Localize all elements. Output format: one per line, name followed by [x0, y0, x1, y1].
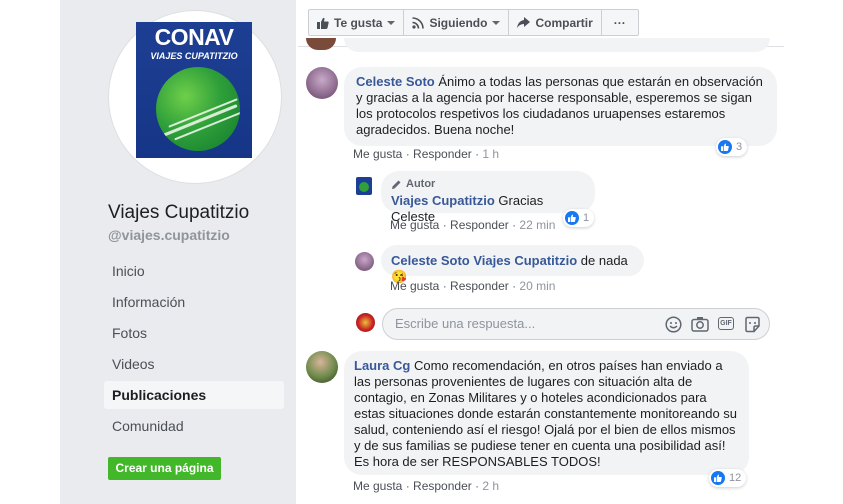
page-name[interactable]: Viajes Cupatitzio: [108, 202, 249, 224]
comment-bubble: Laura Cg Como recomendación, en otros pa…: [344, 351, 749, 475]
page-handle[interactable]: @viajes.cupatitzio: [108, 227, 230, 243]
comment-bubble-partial: [344, 38, 770, 52]
like-reaction-icon: [565, 211, 579, 225]
comment-reply-link[interactable]: Responder: [450, 279, 509, 293]
share-button[interactable]: Compartir: [509, 10, 602, 35]
comment-reply-link[interactable]: Responder: [413, 147, 472, 161]
create-page-button[interactable]: Crear una página: [108, 457, 221, 480]
chevron-down-icon: [387, 20, 396, 25]
mention-link[interactable]: Viajes Cupatitzio: [473, 253, 577, 268]
like-reaction-icon: [711, 471, 725, 485]
nav-item-publicaciones[interactable]: Publicaciones: [104, 381, 284, 409]
reaction-count[interactable]: 12: [709, 469, 747, 487]
avatar[interactable]: [356, 177, 372, 195]
camera-icon[interactable]: [691, 315, 709, 333]
comment-actions: Me gusta · Responder · 1 h: [353, 147, 500, 161]
author-tag-label: Autor: [406, 178, 436, 190]
reaction-count[interactable]: 3: [716, 138, 748, 156]
avatar[interactable]: [306, 67, 338, 99]
like-reaction-icon: [718, 140, 732, 154]
reply-input-box[interactable]: GIF: [382, 308, 770, 340]
avatar[interactable]: [306, 351, 338, 383]
nav-item-fotos[interactable]: Fotos: [104, 319, 284, 347]
comment-actions: Me gusta · Responder · 20 min: [390, 279, 556, 293]
reaction-count[interactable]: 1: [563, 209, 595, 227]
comment-author[interactable]: Celeste Soto: [391, 253, 470, 268]
comment-author[interactable]: Viajes Cupatitzio: [391, 193, 495, 208]
reply-bubble: Autor Viajes Cupatitzio Gracias Celeste: [381, 171, 595, 224]
reply-input[interactable]: [395, 316, 645, 331]
follow-button[interactable]: Siguiendo: [404, 10, 510, 35]
more-dots-icon: ···: [613, 15, 626, 30]
comment-timestamp[interactable]: 20 min: [519, 279, 555, 293]
pencil-icon: [391, 179, 402, 190]
chevron-down-icon: [492, 20, 501, 25]
nav-item-videos[interactable]: Videos: [104, 350, 284, 378]
comment-like-link[interactable]: Me gusta: [390, 218, 439, 232]
comment-actions: Me gusta · Responder · 22 min: [390, 218, 556, 232]
follow-label: Siguiendo: [429, 15, 488, 30]
profile-picture-logo[interactable]: CONAV VIAJES CUPATITZIO: [136, 22, 252, 158]
nav-item-informacion[interactable]: Información: [104, 288, 284, 316]
page-action-bar: Te gusta Siguiendo Compartir ···: [308, 9, 639, 36]
comment-author[interactable]: Laura Cg: [354, 358, 410, 373]
gif-icon[interactable]: GIF: [718, 317, 734, 330]
comment-timestamp[interactable]: 22 min: [519, 218, 555, 232]
like-page-button[interactable]: Te gusta: [309, 10, 405, 35]
comment-reply-link[interactable]: Responder: [450, 218, 509, 232]
author-badge: Autor: [391, 176, 585, 192]
thumbs-up-icon: [317, 17, 329, 29]
share-label: Compartir: [535, 15, 593, 30]
comment-author[interactable]: Celeste Soto: [356, 74, 435, 89]
comment-reply-link[interactable]: Responder: [413, 479, 472, 493]
rss-icon: [412, 16, 425, 29]
comment-timestamp[interactable]: 1 h: [482, 147, 499, 161]
logo-subtitle: VIAJES CUPATITZIO: [150, 51, 238, 61]
share-arrow-icon: [517, 16, 531, 29]
avatar[interactable]: [306, 38, 336, 50]
emoji-smile-icon[interactable]: [664, 315, 682, 333]
comment-bubble: Celeste Soto Ánimo a todas las personas …: [344, 67, 777, 146]
comment-text: Como recomendación, en otros países han …: [354, 358, 738, 469]
comment-like-link[interactable]: Me gusta: [353, 147, 402, 161]
reaction-number: 1: [583, 212, 590, 224]
comment-actions: Me gusta · Responder · 2 h: [353, 479, 500, 493]
logo-text: CONAV: [154, 24, 234, 50]
comment-like-link[interactable]: Me gusta: [390, 279, 439, 293]
nav-item-inicio[interactable]: Inicio: [104, 257, 284, 285]
comment-like-link[interactable]: Me gusta: [353, 479, 402, 493]
comment-text: de nada: [580, 253, 628, 268]
reply-bubble: Celeste Soto Viajes Cupatitzio de nada 😘: [381, 245, 644, 284]
reply-input-tools: GIF: [664, 315, 761, 333]
like-page-label: Te gusta: [334, 15, 383, 30]
more-options-button[interactable]: ···: [602, 10, 638, 35]
reaction-number: 12: [729, 472, 742, 484]
current-user-avatar: [356, 313, 375, 332]
reaction-number: 3: [736, 141, 743, 153]
comment-timestamp[interactable]: 2 h: [482, 479, 499, 493]
nav-item-comunidad[interactable]: Comunidad: [104, 412, 284, 440]
globe-icon: [156, 67, 240, 151]
avatar[interactable]: [355, 252, 374, 271]
sticker-icon[interactable]: [743, 315, 761, 333]
